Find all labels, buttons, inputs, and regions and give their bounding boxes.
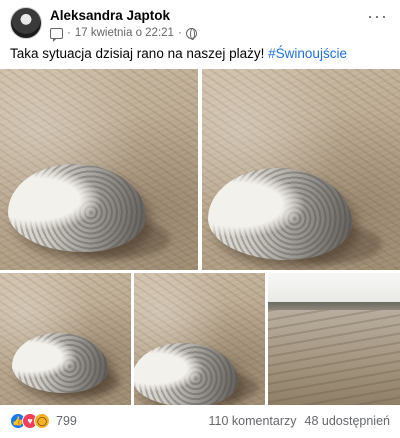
sky bbox=[268, 273, 400, 303]
reaction-count: 799 bbox=[56, 414, 77, 428]
post-header: Aleksandra Japtok · 17 kwietnia o 22:21 … bbox=[10, 7, 390, 47]
post-stats: 110 komentarzy 48 udostępnień bbox=[208, 414, 390, 428]
author-name[interactable]: Aleksandra Japtok bbox=[50, 8, 170, 23]
avatar[interactable] bbox=[10, 7, 42, 39]
more-options-icon[interactable]: ··· bbox=[367, 7, 388, 25]
facebook-post: Aleksandra Japtok · 17 kwietnia o 22:21 … bbox=[0, 0, 400, 438]
seal-photo-1[interactable] bbox=[0, 69, 198, 270]
post-caption: Taka sytuacja dzisiaj rano na naszej pla… bbox=[10, 45, 390, 63]
seal-photo-4[interactable] bbox=[134, 273, 265, 405]
hashtag-link[interactable]: #Świnoujście bbox=[268, 46, 347, 61]
globe-icon bbox=[185, 27, 197, 40]
date-separator: · bbox=[67, 27, 71, 39]
seal-photo-2[interactable] bbox=[202, 69, 400, 270]
date-separator-2: · bbox=[177, 27, 182, 39]
seal-photo-3[interactable] bbox=[0, 273, 131, 405]
comments-count[interactable]: 110 komentarzy bbox=[208, 414, 296, 428]
post-date[interactable]: 17 kwietnia o 22:21 bbox=[75, 27, 174, 39]
shares-count[interactable]: 48 udostępnień bbox=[305, 414, 391, 428]
dunes bbox=[268, 302, 400, 310]
post-meta: · 17 kwietnia o 22:21 · bbox=[50, 27, 197, 42]
beach-sand bbox=[268, 309, 400, 405]
reactions-summary[interactable]: 👍 ♥ ◯ 799 bbox=[10, 413, 77, 429]
caption-text: Taka sytuacja dzisiaj rano na naszej pla… bbox=[10, 46, 265, 61]
beach-photo-5[interactable] bbox=[268, 273, 400, 405]
messenger-icon[interactable] bbox=[50, 27, 63, 42]
wow-reaction-icon: ◯ bbox=[34, 413, 50, 429]
